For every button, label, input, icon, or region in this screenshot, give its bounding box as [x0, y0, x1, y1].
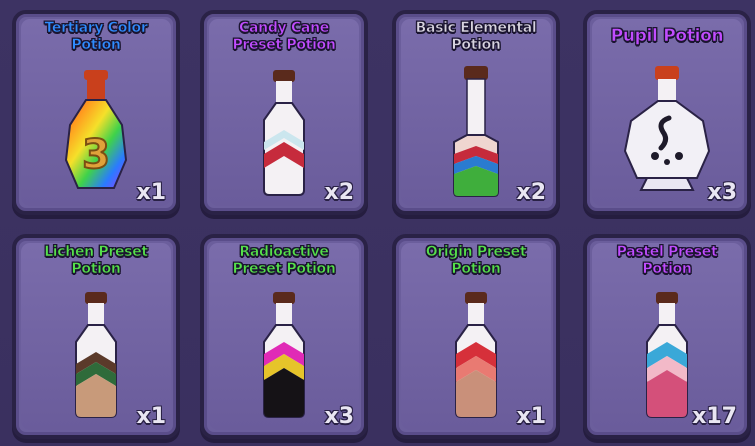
- item-title: Origin Preset Potion: [400, 244, 552, 278]
- item-card-radioactive-preset-potion[interactable]: Radioactive Preset Potion x3: [200, 234, 368, 439]
- item-count: x3: [324, 404, 355, 429]
- origin-bottle-icon: [446, 292, 506, 422]
- item-title-line: Potion: [451, 261, 501, 278]
- inventory-grid: Tertiary Color Potion 3 x1 Candy Cane Pr…: [0, 0, 755, 446]
- item-card-origin-preset-potion[interactable]: Origin Preset Potion x1: [392, 234, 560, 439]
- item-title-line: Preset Potion: [232, 261, 336, 278]
- item-count: x1: [136, 180, 167, 205]
- item-card-pupil-potion[interactable]: Pupil Potion x3: [583, 10, 751, 215]
- item-title-line: Tertiary Color: [44, 20, 148, 37]
- item-count: x1: [516, 404, 547, 429]
- item-count: x17: [692, 404, 737, 429]
- item-title: Tertiary Color Potion: [20, 20, 172, 54]
- item-title-line: Candy Cane: [239, 20, 330, 37]
- item-title-line: Preset Potion: [232, 37, 336, 54]
- item-title-line: Basic Elemental: [415, 20, 537, 37]
- item-count: x3: [707, 180, 738, 205]
- item-title: Pupil Potion: [591, 26, 743, 47]
- item-count: x1: [136, 404, 167, 429]
- item-title-line: Potion: [71, 261, 121, 278]
- item-card-candy-cane-preset-potion[interactable]: Candy Cane Preset Potion x2: [200, 10, 368, 215]
- item-title: Pastel Preset Potion: [591, 244, 743, 278]
- svg-text:3: 3: [82, 132, 110, 178]
- item-title-line: Pastel Preset: [616, 244, 718, 261]
- elemental-bottle-icon: [446, 66, 506, 200]
- item-title-line: Radioactive: [239, 244, 329, 261]
- item-title-line: Pupil Potion: [610, 26, 724, 47]
- item-title: Radioactive Preset Potion: [208, 244, 360, 278]
- item-title: Lichen Preset Potion: [20, 244, 172, 278]
- rainbow-flask-icon: 3: [56, 70, 136, 200]
- item-card-tertiary-color-potion[interactable]: Tertiary Color Potion 3 x1: [12, 10, 180, 215]
- item-card-lichen-preset-potion[interactable]: Lichen Preset Potion x1: [12, 234, 180, 439]
- item-title-line: Potion: [71, 37, 121, 54]
- item-title-line: Potion: [642, 261, 692, 278]
- item-title-line: Origin Preset: [425, 244, 527, 261]
- item-card-basic-elemental-potion[interactable]: Basic Elemental Potion x2: [392, 10, 560, 215]
- item-title-line: Potion: [451, 37, 501, 54]
- item-card-pastel-preset-potion[interactable]: Pastel Preset Potion x17: [583, 234, 751, 439]
- candy-cane-bottle-icon: [254, 70, 314, 200]
- item-title: Candy Cane Preset Potion: [208, 20, 360, 54]
- item-count: x2: [516, 180, 547, 205]
- lichen-bottle-icon: [66, 292, 126, 422]
- pastel-bottle-icon: [637, 292, 697, 422]
- item-count: x2: [324, 180, 355, 205]
- item-title-line: Lichen Preset: [44, 244, 149, 261]
- item-title: Basic Elemental Potion: [400, 20, 552, 54]
- radioactive-bottle-icon: [254, 292, 314, 422]
- pupil-flask-icon: [617, 66, 717, 200]
